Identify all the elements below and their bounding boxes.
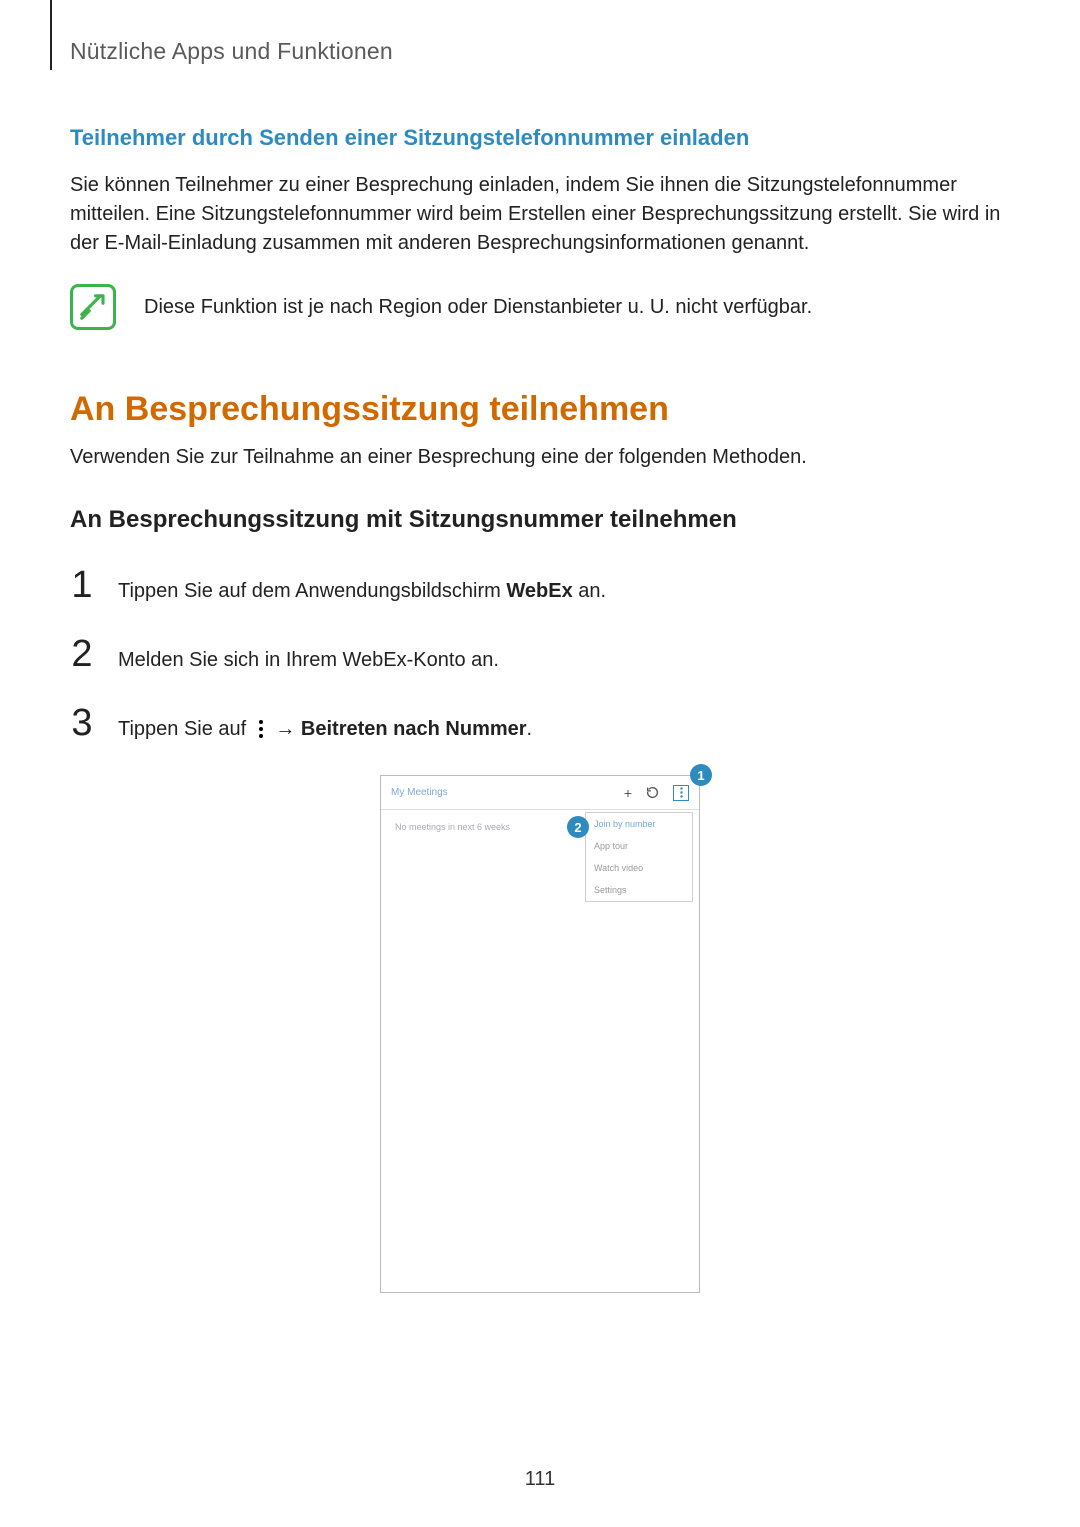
step-list: 1 Tippen Sie auf dem Anwendungsbildschir… bbox=[70, 564, 1010, 745]
note-text: Diese Funktion ist je nach Region oder D… bbox=[144, 296, 812, 319]
device-screenshot: My Meetings + No meetings in next 6 week… bbox=[220, 775, 860, 1293]
callout-2: 2 bbox=[567, 816, 589, 838]
section-intro: Verwenden Sie zur Teilnahme an einer Bes… bbox=[70, 443, 1010, 472]
step-number: 2 bbox=[70, 633, 94, 676]
step-number: 1 bbox=[70, 564, 94, 607]
device-dropdown-menu: Join by number App tour Watch video Sett… bbox=[585, 812, 693, 902]
device-header: My Meetings + bbox=[381, 776, 699, 810]
note-icon bbox=[70, 284, 116, 330]
menu-item-join-by-number[interactable]: Join by number bbox=[586, 813, 692, 835]
menu-item-watch-video[interactable]: Watch video bbox=[586, 857, 692, 879]
subsection-body: Sie können Teilnehmer zu einer Besprechu… bbox=[70, 171, 1010, 258]
step-3: 3 Tippen Sie auf → Beitreten nach Nummer… bbox=[70, 702, 1010, 745]
menu-item-app-tour[interactable]: App tour bbox=[586, 835, 692, 857]
subsection2-title: An Besprechungssitzung mit Sitzungsnumme… bbox=[70, 506, 1010, 534]
device-header-title: My Meetings bbox=[391, 787, 448, 798]
more-menu-icon[interactable] bbox=[673, 785, 689, 801]
step-1: 1 Tippen Sie auf dem Anwendungsbildschir… bbox=[70, 564, 1010, 607]
step1-bold: WebEx bbox=[506, 580, 572, 602]
subsection-title: Teilnehmer durch Senden einer Sitzungste… bbox=[70, 125, 1010, 151]
step3-text-a: Tippen Sie auf bbox=[118, 718, 252, 740]
step3-arrow: → bbox=[270, 718, 301, 740]
page-number: 111 bbox=[0, 1468, 1080, 1491]
note-block: Diese Funktion ist je nach Region oder D… bbox=[70, 284, 1010, 330]
step-2: 2 Melden Sie sich in Ihrem WebEx-Konto a… bbox=[70, 633, 1010, 676]
refresh-icon[interactable] bbox=[646, 786, 659, 799]
step1-text-c: an. bbox=[573, 580, 606, 602]
more-icon bbox=[256, 720, 266, 740]
step-text: Melden Sie sich in Ihrem WebEx-Konto an. bbox=[118, 646, 499, 674]
running-header: Nützliche Apps und Funktionen bbox=[70, 0, 1010, 65]
step-text: Tippen Sie auf → Beitreten nach Nummer. bbox=[118, 715, 532, 743]
step3-bold: Beitreten nach Nummer bbox=[301, 718, 527, 740]
step-number: 3 bbox=[70, 702, 94, 745]
step1-text-a: Tippen Sie auf dem Anwendungsbildschirm bbox=[118, 580, 506, 602]
header-rule bbox=[50, 0, 52, 70]
plus-icon[interactable]: + bbox=[624, 786, 632, 800]
section-title: An Besprechungssitzung teilnehmen bbox=[70, 390, 1010, 429]
step3-text-d: . bbox=[527, 718, 533, 740]
step-text: Tippen Sie auf dem Anwendungsbildschirm … bbox=[118, 577, 606, 605]
menu-item-settings[interactable]: Settings bbox=[586, 879, 692, 901]
callout-1: 1 bbox=[690, 764, 712, 786]
